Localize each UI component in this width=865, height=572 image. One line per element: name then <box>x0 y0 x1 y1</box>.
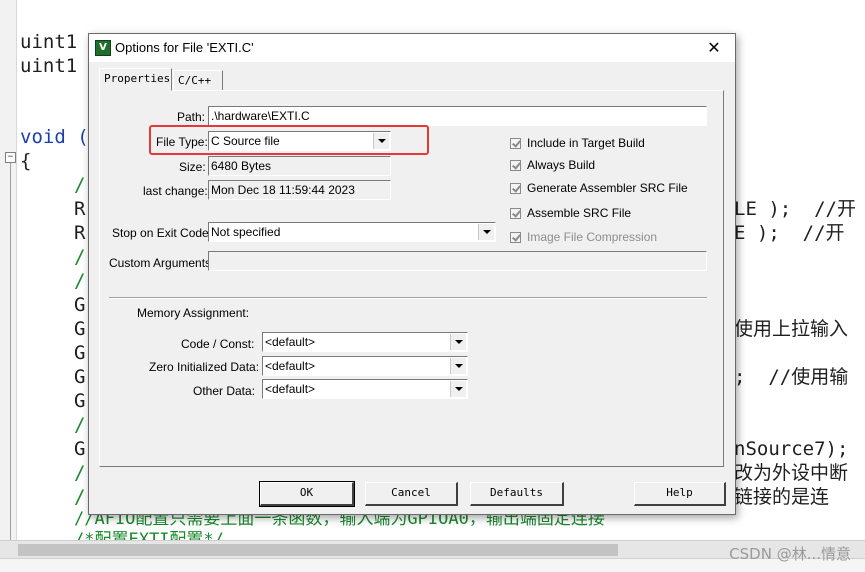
keil-app-icon: V <box>95 40 111 56</box>
code-line: R <box>74 222 86 244</box>
code-fragment: ; //使用输 <box>734 366 849 388</box>
cancel-button[interactable]: Cancel <box>365 482 458 506</box>
code-line: uint1 <box>20 31 78 53</box>
code-fragment: 使用上拉输入 <box>734 318 849 340</box>
fold-guide-line <box>10 163 11 540</box>
last-change-value: Mon Dec 18 11:59:44 2023 <box>208 180 391 200</box>
image-compression-checkbox: Image File Compression <box>510 229 657 245</box>
dialog-titlebar[interactable]: V Options for File 'EXTI.C' ✕ <box>89 34 735 62</box>
checkbox-icon <box>510 207 521 219</box>
checkbox-icon <box>510 231 521 243</box>
memory-assignment-heading: Memory Assignment: <box>137 306 250 320</box>
checkbox-icon <box>510 182 521 194</box>
chevron-down-icon[interactable] <box>450 381 466 397</box>
code-const-value: <default> <box>265 335 316 349</box>
fold-collapse-icon[interactable]: − <box>5 152 16 163</box>
code-line: G <box>74 342 86 364</box>
chevron-down-icon[interactable] <box>373 133 389 149</box>
checkbox-label: Always Build <box>527 158 596 172</box>
file-type-select[interactable]: C Source file <box>208 131 391 151</box>
other-data-label: Other Data: <box>193 384 256 398</box>
zero-init-label: Zero Initialized Data: <box>149 360 260 374</box>
chevron-down-icon[interactable] <box>478 224 494 240</box>
ok-button[interactable]: OK <box>259 481 355 507</box>
close-icon: ✕ <box>707 38 721 57</box>
code-line: /*配置EXTI配置*/ <box>74 530 224 540</box>
zero-init-select[interactable]: <default> <box>262 356 468 376</box>
close-button[interactable]: ✕ <box>693 34 735 62</box>
zero-init-value: <default> <box>265 359 316 373</box>
code-line: G <box>74 366 86 388</box>
memory-group-separator <box>109 297 707 299</box>
stop-on-exit-value: Not specified <box>211 225 281 239</box>
code-line: / <box>74 174 86 196</box>
chevron-down-icon[interactable] <box>450 358 466 374</box>
stop-on-exit-label: Stop on Exit Code: <box>112 226 213 240</box>
other-data-value: <default> <box>265 382 316 396</box>
path-field[interactable]: .\hardware\EXTI.C <box>208 106 707 126</box>
chevron-down-icon[interactable] <box>450 334 466 350</box>
code-line: / <box>74 246 86 268</box>
checkbox-icon <box>510 137 521 149</box>
checkbox-label: Assemble SRC File <box>527 206 632 220</box>
checkbox-label: Image File Compression <box>527 230 658 244</box>
file-type-value: C Source file <box>211 134 280 148</box>
code-line: / <box>74 270 86 292</box>
custom-arguments-field <box>208 251 707 271</box>
checkbox-icon <box>510 159 521 171</box>
stop-on-exit-select[interactable]: Not specified <box>208 222 496 242</box>
code-fragment: 链接的是连 <box>734 486 830 508</box>
code-fragment: 改为外设中断 <box>734 462 849 484</box>
path-label: Path: <box>177 110 206 124</box>
file-type-label: File Type: <box>156 135 208 149</box>
include-in-build-checkbox[interactable]: Include in Target Build <box>510 135 645 151</box>
size-value: 6480 Bytes <box>208 156 391 176</box>
editor-gutter: − <box>0 0 17 540</box>
last-change-label: last change: <box>143 184 208 198</box>
custom-arguments-label: Custom Arguments: <box>109 256 215 270</box>
code-fragment: LE ); //开 <box>734 198 856 220</box>
size-label: Size: <box>179 160 206 174</box>
dialog-title: Options for File 'EXTI.C' <box>115 40 254 55</box>
code-line: uint1 <box>20 55 78 77</box>
always-build-checkbox[interactable]: Always Build <box>510 157 595 173</box>
code-line: / <box>74 414 86 436</box>
code-line: void ( <box>20 126 89 148</box>
code-fragment: E ); //开 <box>734 222 845 244</box>
code-const-select[interactable]: <default> <box>262 332 468 352</box>
screen: − uint1 uint1 void ( { / R R / / G G G G… <box>0 0 865 572</box>
code-line: G <box>74 438 86 460</box>
code-line: G <box>74 294 86 316</box>
code-line: G <box>74 390 86 412</box>
assemble-src-checkbox[interactable]: Assemble SRC File <box>510 205 631 221</box>
checkbox-label: Include in Target Build <box>527 136 645 150</box>
checkbox-label: Generate Assembler SRC File <box>527 181 688 195</box>
code-line: { <box>20 150 32 172</box>
generate-asm-src-checkbox[interactable]: Generate Assembler SRC File <box>510 180 688 196</box>
code-line: / <box>74 462 86 484</box>
tab-properties[interactable]: Properties <box>99 68 172 91</box>
tab-c-cpp[interactable]: C/C++ <box>173 70 223 90</box>
code-line: R <box>74 198 86 220</box>
watermark-text: CSDN @林...情意 <box>729 545 851 563</box>
defaults-button[interactable]: Defaults <box>470 482 564 506</box>
code-line: G <box>74 318 86 340</box>
code-line: / <box>74 486 86 508</box>
code-const-label: Code / Const: <box>181 337 255 351</box>
other-data-select[interactable]: <default> <box>262 379 468 399</box>
options-dialog: V Options for File 'EXTI.C' ✕ Properties… <box>88 33 736 515</box>
scrollbar-thumb[interactable] <box>18 544 618 556</box>
help-button[interactable]: Help <box>634 482 726 506</box>
code-fragment: nSource7); <box>734 438 849 460</box>
